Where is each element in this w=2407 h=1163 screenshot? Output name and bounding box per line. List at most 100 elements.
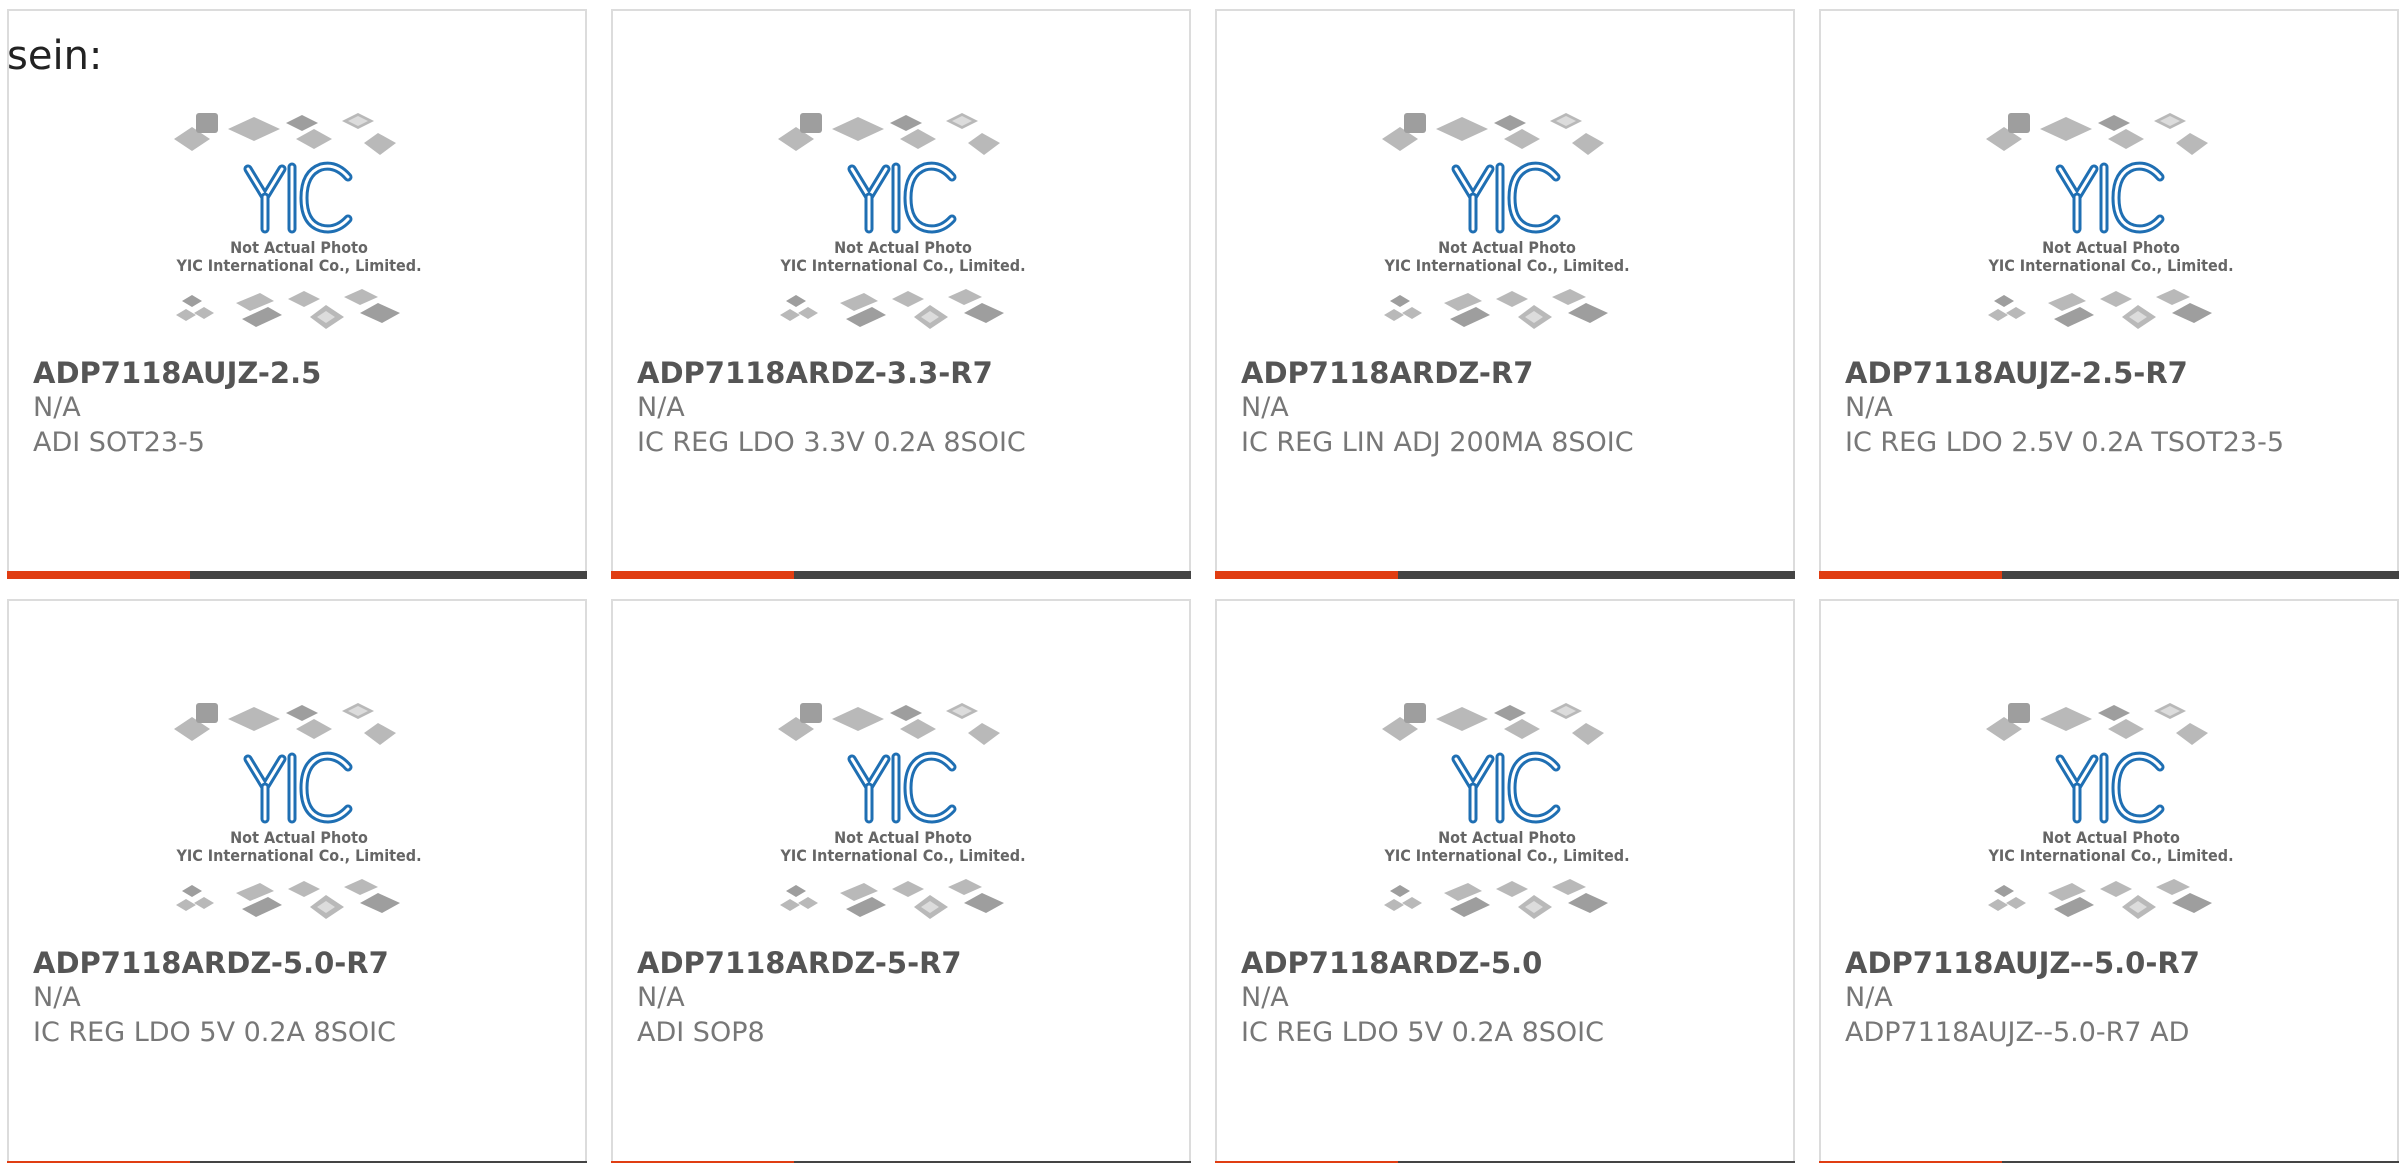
product-card[interactable]: Not Actual Photo YIC International Co., L… [7, 9, 587, 579]
product-image[interactable]: Not Actual Photo YIC International Co., L… [164, 101, 434, 351]
part-number[interactable]: ADP7118ARDZ-5.0 [1241, 946, 1542, 980]
chip-icon [798, 897, 818, 909]
part-number[interactable]: ADP7118ARDZ-5.0-R7 [33, 946, 389, 980]
chip-icon [2006, 307, 2026, 319]
placeholder-company: YIC International Co., Limited. [779, 256, 1025, 275]
brand-label: N/A [637, 982, 685, 1013]
product-card[interactable]: Not Actual Photo YIC International Co., L… [611, 9, 1191, 579]
product-card[interactable]: Not Actual Photo YIC International Co., L… [7, 599, 587, 1163]
yic-logo [1451, 751, 1561, 824]
chip-icon [176, 899, 196, 911]
brand-label: N/A [1241, 392, 1289, 423]
chip-icon [892, 881, 924, 897]
part-number[interactable]: ADP7118ARDZ-5-R7 [637, 946, 962, 980]
chip-icon [1572, 133, 1604, 155]
card-accent-bar [1215, 571, 1398, 579]
placeholder-company: YIC International Co., Limited. [1987, 256, 2233, 275]
chip-icon [800, 703, 822, 723]
product-image[interactable]: Not Actual Photo YIC International Co., L… [768, 101, 1038, 351]
product-image[interactable]: Not Actual Photo YIC International Co., L… [1976, 101, 2246, 351]
product-image[interactable]: Not Actual Photo YIC International Co., L… [1372, 691, 1642, 941]
chip-icons-top [1382, 113, 1604, 155]
chip-icon [1572, 723, 1604, 745]
chip-icon [2100, 881, 2132, 897]
chip-icon [182, 295, 202, 307]
card-bottom-bar [1215, 571, 1795, 579]
chip-icon [364, 723, 396, 745]
chip-icon [176, 309, 196, 321]
product-card[interactable]: Not Actual Photo YIC International Co., L… [1819, 9, 2399, 579]
product-card[interactable]: Not Actual Photo YIC International Co., L… [1215, 599, 1795, 1163]
chip-icon [344, 879, 378, 895]
chip-icon [360, 893, 400, 913]
description: IC REG LIN ADJ 200MA 8SOIC [1241, 427, 1634, 458]
product-image[interactable]: Not Actual Photo YIC International Co., L… [1372, 101, 1642, 351]
placeholder-image: Not Actual PhotoYIC International Co., L… [1382, 703, 1630, 919]
placeholder-caption: Not Actual Photo [2042, 238, 2180, 257]
chip-icon [286, 115, 318, 131]
product-image[interactable]: Not Actual Photo YIC International Co., L… [164, 691, 434, 941]
placeholder-image: Not Actual PhotoYIC International Co., L… [778, 113, 1026, 329]
yic-logo [243, 161, 353, 234]
chip-icon [1402, 897, 1422, 909]
chip-icon [2156, 879, 2190, 895]
chip-icon [364, 133, 396, 155]
chip-icon [1496, 291, 1528, 307]
chip-icon [286, 705, 318, 721]
chip-icon [360, 303, 400, 323]
chip-icons-bottom [1988, 879, 2212, 919]
chip-icon [1404, 113, 1426, 133]
placeholder-caption: Not Actual Photo [230, 828, 368, 847]
chip-icon [2176, 133, 2208, 155]
product-card[interactable]: Not Actual Photo YIC International Co., L… [611, 599, 1191, 1163]
product-card[interactable]: Not Actual Photo YIC International Co., L… [1819, 599, 2399, 1163]
chip-icon [1494, 705, 1526, 721]
product-image[interactable]: Not Actual Photo YIC International Co., L… [1976, 691, 2246, 941]
part-number[interactable]: ADP7118AUJZ-2.5-R7 [1845, 356, 2188, 390]
intro-text: sein: [7, 33, 103, 79]
chip-icon [1994, 295, 2014, 307]
chip-icon [1504, 719, 1540, 739]
card-bottom-bar [7, 571, 587, 579]
chip-icon [948, 879, 982, 895]
chip-icon [832, 707, 884, 731]
chip-icon [242, 307, 282, 327]
chip-icon [786, 295, 806, 307]
part-number[interactable]: ADP7118ARDZ-R7 [1241, 356, 1533, 390]
placeholder-company: YIC International Co., Limited. [175, 846, 421, 865]
placeholder-caption: Not Actual Photo [1438, 828, 1576, 847]
part-number[interactable]: ADP7118AUJZ-2.5 [33, 356, 321, 390]
chip-icon [228, 707, 280, 731]
product-card[interactable]: Not Actual Photo YIC International Co., L… [1215, 9, 1795, 579]
chip-icon [2098, 705, 2130, 721]
chip-icon [786, 885, 806, 897]
placeholder-caption: Not Actual Photo [230, 238, 368, 257]
part-number[interactable]: ADP7118AUJZ--5.0-R7 [1845, 946, 2200, 980]
chip-icons-bottom [1384, 289, 1608, 329]
chip-icons-top [1382, 703, 1604, 745]
placeholder-image: Not Actual PhotoYIC International Co., L… [174, 703, 422, 919]
chip-icon [780, 309, 800, 321]
chip-icons-top [778, 703, 1000, 745]
chip-icon [2100, 291, 2132, 307]
chip-icon [1436, 117, 1488, 141]
placeholder-company: YIC International Co., Limited. [175, 256, 421, 275]
product-image[interactable]: Not Actual Photo YIC International Co., L… [768, 691, 1038, 941]
chip-icons-top [174, 703, 396, 745]
description: ADI SOP8 [637, 1017, 765, 1048]
product-grid: Not Actual Photo YIC International Co., L… [0, 0, 2407, 1163]
brand-label: N/A [637, 392, 685, 423]
part-number[interactable]: ADP7118ARDZ-3.3-R7 [637, 356, 993, 390]
chip-icon [1988, 899, 2008, 911]
chip-icon [1568, 893, 1608, 913]
chip-icons-bottom [1384, 879, 1608, 919]
chip-icon [1994, 885, 2014, 897]
chip-icons-bottom [780, 879, 1004, 919]
brand-label: N/A [1845, 982, 1893, 1013]
chip-icon [196, 703, 218, 723]
brand-label: N/A [1241, 982, 1289, 1013]
chip-icon [846, 307, 886, 327]
chip-icons-bottom [780, 289, 1004, 329]
chip-icon [2098, 115, 2130, 131]
card-accent-bar [611, 571, 794, 579]
